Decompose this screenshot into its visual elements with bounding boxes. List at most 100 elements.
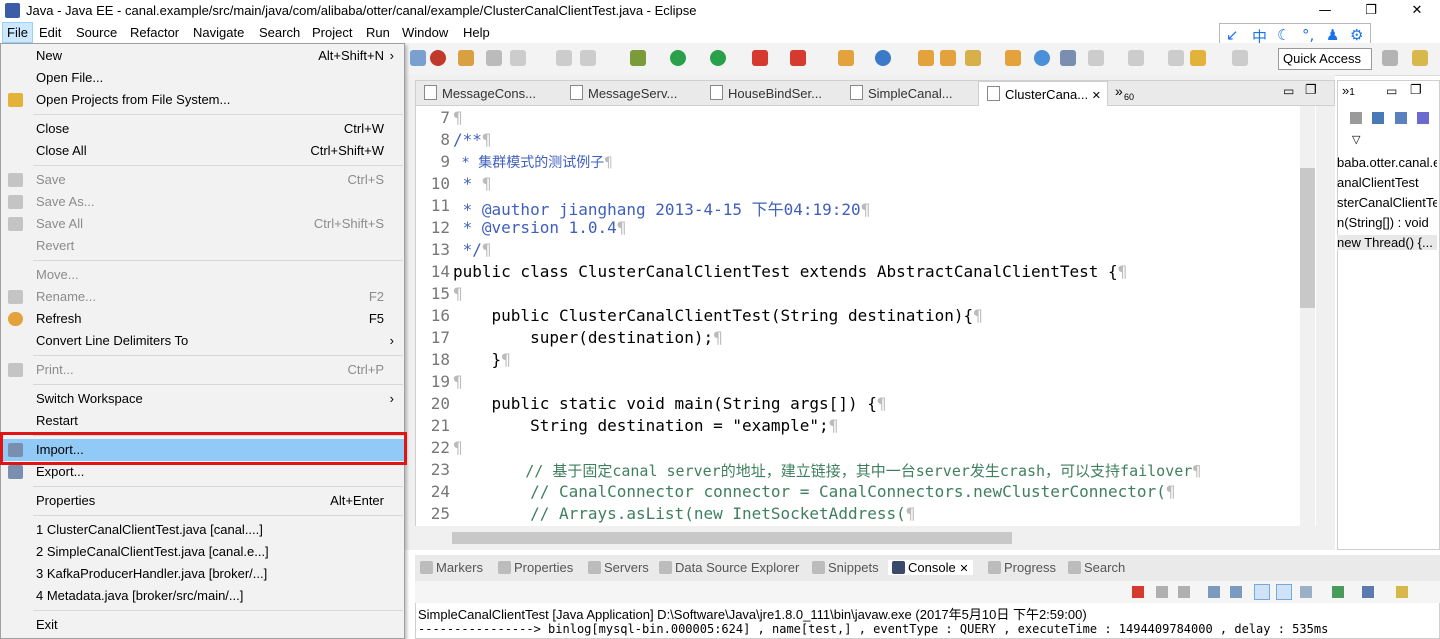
menu-item-open-projects[interactable]: Open Projects from File System... [2,89,404,111]
debug-icon[interactable] [630,50,646,66]
outline-item[interactable]: baba.otter.canal.e [1337,155,1437,170]
task-icon[interactable] [965,50,981,66]
minimize-editor-icon[interactable]: ▭ [1283,84,1294,98]
menu-project[interactable]: Project [308,22,356,43]
show-on-error-icon[interactable] [1300,586,1312,598]
menu-navigate[interactable]: Navigate [189,22,248,43]
word-wrap-icon[interactable] [1254,584,1270,600]
outline-overflow-icon[interactable]: »1 [1342,83,1355,98]
prev-annotation-icon[interactable] [1128,50,1144,66]
run-icon[interactable] [670,50,686,66]
minimize-button[interactable]: — [1302,0,1348,22]
menu-item-restart[interactable]: Restart [2,410,404,432]
menu-search[interactable]: Search [255,22,304,43]
menu-item-save-all[interactable]: Save All Ctrl+Shift+S [2,213,404,235]
outline-item-selected[interactable]: new Thread() {... [1337,235,1437,250]
open-perspective-icon[interactable] [1382,50,1398,66]
menu-item-recent-file[interactable]: 4 Metadata.java [broker/src/main/...] [2,585,404,607]
ime-mode-icon[interactable]: ↙ [1226,26,1239,44]
menu-refactor[interactable]: Refactor [126,22,183,43]
menu-item-refresh[interactable]: Refresh F5 [2,308,404,330]
tab-search[interactable]: Search [1068,560,1125,575]
editor-scroll-thumb[interactable] [1300,168,1315,308]
menu-item-recent-file[interactable]: 2 SimpleCanalClientTest.java [canal.e...… [2,541,404,563]
clear-console-icon[interactable] [1208,586,1220,598]
tab-properties[interactable]: Properties [498,560,573,575]
menu-item-rename[interactable]: Rename... F2 [2,286,404,308]
terminate-icon[interactable] [1132,586,1144,598]
menu-item-exit[interactable]: Exit [2,614,404,636]
outline-item[interactable]: n(String[]) : void [1337,215,1437,230]
menu-item-recent-file[interactable]: 3 KafkaProducerHandler.java [broker/...] [2,563,404,585]
new-class-icon[interactable] [875,50,891,66]
outline-hide-static-icon[interactable] [1372,112,1384,124]
remove-all-icon[interactable] [1178,586,1190,598]
outline-item[interactable]: analClientTest [1337,175,1437,190]
editor-tab[interactable]: HouseBindSer... [710,81,822,106]
menu-window[interactable]: Window [398,22,452,43]
open-folder-icon[interactable] [940,50,956,66]
tab-data-source-explorer[interactable]: Data Source Explorer [659,560,799,575]
outline-menu-icon[interactable]: ▽ [1352,133,1360,146]
new-java-project-icon[interactable] [838,50,854,66]
outline-sort-icon[interactable] [1395,112,1407,124]
toolbar-package-icon[interactable] [458,50,474,66]
outline-minimize-icon[interactable]: ▭ [1386,84,1397,98]
outline-maximize-icon[interactable]: ❐ [1410,82,1422,98]
editor-tab[interactable]: SimpleCanal... [850,81,953,106]
editor-tab-active[interactable]: ClusterCana... ✕ [978,81,1108,106]
toolbar-format-icon[interactable] [556,50,572,66]
ime-moon-icon[interactable]: ☾ [1277,26,1290,44]
tab-overflow-icon[interactable]: » [1115,83,1123,99]
menu-item-close-all[interactable]: Close All Ctrl+Shift+W [2,140,404,162]
ime-punct-icon[interactable]: °, [1302,26,1314,44]
forward-icon[interactable] [1232,50,1248,66]
menu-item-properties[interactable]: Properties Alt+Enter [2,490,404,512]
menu-edit[interactable]: Edit [35,22,65,43]
run-server-icon[interactable] [710,50,726,66]
tab-servers[interactable]: Servers [588,560,649,575]
outline-item[interactable]: sterCanalClientTe [1337,195,1437,210]
outline-hide-fields-icon[interactable] [1350,112,1362,124]
last-edit-icon[interactable] [1168,50,1184,66]
external-tools-icon[interactable] [790,50,806,66]
stop-icon[interactable] [752,50,768,66]
menu-item-print[interactable]: Print... Ctrl+P [2,359,404,381]
scroll-lock-icon[interactable] [1230,586,1242,598]
close-tab-icon[interactable]: ✕ [1092,90,1101,102]
toolbar-web-icon[interactable] [430,50,446,66]
menu-item-close[interactable]: Close Ctrl+W [2,118,404,140]
maximize-button[interactable]: ❐ [1348,0,1394,22]
display-console-icon[interactable] [1362,586,1374,598]
search-icon[interactable] [1060,50,1076,66]
menu-item-revert[interactable]: Revert [2,235,404,257]
tab-console[interactable]: Console ✕ [888,560,973,575]
maximize-editor-icon[interactable]: ❐ [1305,82,1317,98]
ime-user-icon[interactable]: ♟ [1326,26,1339,44]
menu-item-save-as[interactable]: Save As... [2,191,404,213]
close-window-button[interactable]: ✕ [1394,0,1440,22]
tab-markers[interactable]: Markers [420,560,483,575]
menu-source[interactable]: Source [72,22,121,43]
editor-hscroll-thumb[interactable] [452,532,1012,544]
editor-tab[interactable]: MessageServ... [570,81,677,106]
next-annotation-icon[interactable] [1088,50,1104,66]
tab-progress[interactable]: Progress [988,560,1056,575]
menu-help[interactable]: Help [459,22,494,43]
globe-icon[interactable] [1034,50,1050,66]
menu-item-convert-line-delimiters[interactable]: Convert Line Delimiters To › [2,330,404,352]
code-editor[interactable]: 7 ¶ 8 /**¶ 9 * 集群模式的测试例子¶ 10 * ¶ 11 * @a… [415,106,1316,526]
open-console-icon[interactable] [1396,586,1408,598]
close-console-icon[interactable]: ✕ [959,563,968,575]
menu-item-new[interactable]: New Alt+Shift+N › [2,45,404,67]
toolbar-edit-icon[interactable] [510,50,526,66]
ime-settings-icon[interactable]: ⚙ [1350,26,1363,44]
show-on-output-icon[interactable] [1276,584,1292,600]
editor-tab[interactable]: MessageCons... [424,81,536,106]
menu-file[interactable]: File [2,22,33,43]
remove-launch-icon[interactable] [1156,586,1168,598]
menu-item-move[interactable]: Move... [2,264,404,286]
toolbar-save-icon[interactable] [410,50,426,66]
menu-run[interactable]: Run [362,22,394,43]
java-ee-perspective-icon[interactable] [1412,50,1428,66]
